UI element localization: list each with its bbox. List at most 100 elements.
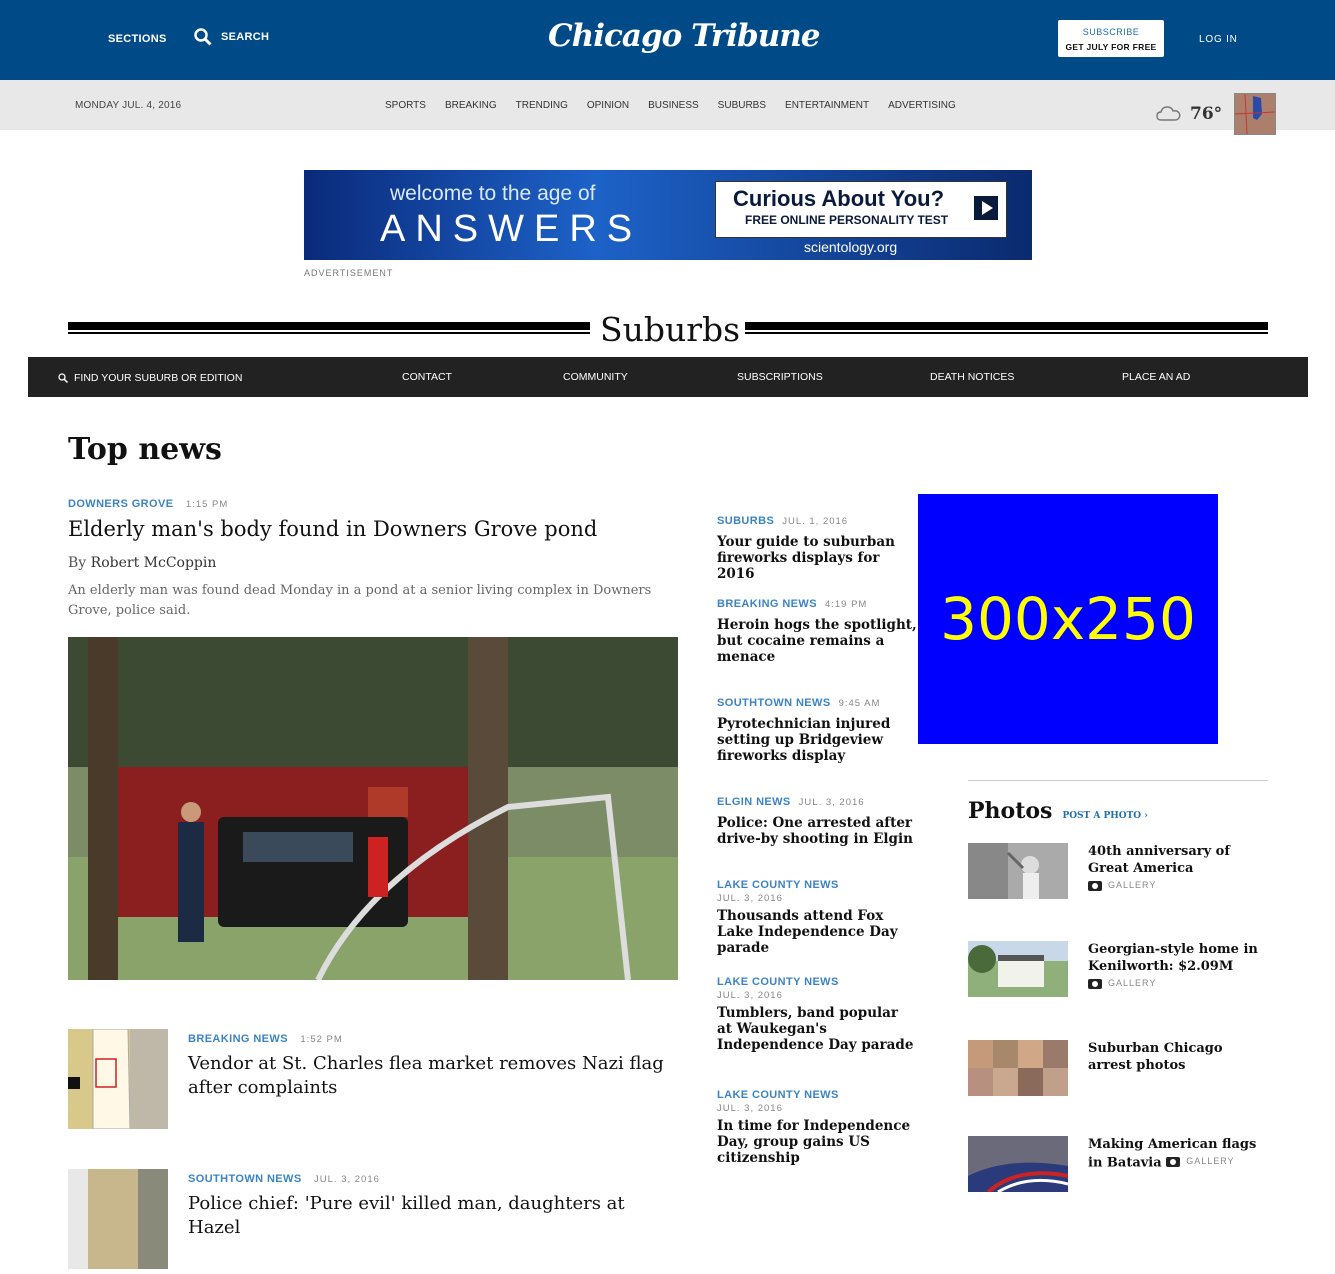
secondary-story-headline[interactable]: Tumblers, band popular at Waukegan's Ind… — [717, 1005, 917, 1053]
secondary-story-headline[interactable]: Thousands attend Fox Lake Independence D… — [717, 908, 917, 956]
secondary-story-kicker[interactable]: LAKE COUNTY NEWS — [717, 879, 839, 891]
secondary-story: LAKE COUNTY NEWS JUL. 3, 2016 In time fo… — [717, 1085, 917, 1166]
search-icon — [194, 28, 212, 46]
gallery-badge: GALLERY — [1088, 877, 1156, 894]
section-title: Suburbs — [600, 310, 741, 349]
story-text: BREAKING NEWS 1:52 PM Vendor at St. Char… — [188, 1029, 668, 1100]
site-logo[interactable]: Chicago Tribune — [548, 18, 820, 54]
secondary-story-headline[interactable]: In time for Independence Day, group gain… — [717, 1118, 917, 1166]
secondary-story-kicker[interactable]: SOUTHTOWN NEWS — [717, 697, 831, 709]
advertisement-label: ADVERTISEMENT — [304, 268, 394, 278]
secondary-story: LAKE COUNTY NEWS JUL. 3, 2016 Tumblers, … — [717, 972, 917, 1053]
byline-prefix: By — [68, 555, 87, 571]
story-thumbnail-map[interactable] — [68, 1028, 168, 1130]
subscribe-button[interactable]: SUBSCRIBE GET JULY FOR FREE — [1058, 20, 1164, 57]
section-nav-place-an-ad[interactable]: PLACE AN AD — [1122, 371, 1190, 383]
section-nav: FIND YOUR SUBURB OR EDITION CONTACT COMM… — [28, 357, 1308, 397]
secondary-story-headline[interactable]: Heroin hogs the spotlight, but cocaine r… — [717, 617, 917, 665]
temperature: 76° — [1190, 104, 1223, 124]
lead-story-photo[interactable] — [68, 637, 678, 980]
secondary-story-kicker[interactable]: BREAKING NEWS — [717, 598, 817, 610]
gallery-badge: GALLERY — [1166, 1153, 1234, 1170]
nav-link-breaking[interactable]: BREAKING — [445, 100, 497, 111]
secondary-story-date: JUL. 3, 2016 — [717, 990, 783, 1001]
section-nav-community[interactable]: COMMUNITY — [563, 371, 628, 383]
sections-menu-button[interactable]: SECTIONS — [108, 33, 167, 45]
nav-link-entertainment[interactable]: ENTERTAINMENT — [785, 100, 869, 111]
gallery-title[interactable]: 40th anniversary of Great America — [1088, 843, 1270, 877]
weather-widget[interactable]: 76° — [1156, 93, 1277, 135]
section-rule-right — [745, 322, 1268, 334]
gallery-title[interactable]: Suburban Chicago arrest photos — [1088, 1040, 1270, 1074]
login-link[interactable]: LOG IN — [1199, 34, 1238, 45]
secondary-story-time: 4:19 PM — [824, 599, 868, 610]
camera-icon — [1166, 1156, 1181, 1167]
weather-map-icon[interactable] — [1234, 93, 1277, 135]
photos-header: Photos POST A PHOTO › — [968, 798, 1148, 824]
secondary-story: LAKE COUNTY NEWS JUL. 3, 2016 Thousands … — [717, 875, 917, 956]
secondary-story: SUBURBS JUL. 1, 2016 Your guide to suburb… — [717, 511, 917, 582]
byline-author[interactable]: Robert McCoppin — [91, 555, 217, 571]
nav-link-suburbs[interactable]: SUBURBS — [718, 100, 766, 111]
nav-link-trending[interactable]: TRENDING — [516, 100, 568, 111]
main-nav-links: SPORTS BREAKING TRENDING OPINION BUSINES… — [385, 100, 956, 111]
secondary-story: BREAKING NEWS 4:19 PM Heroin hogs the spo… — [717, 594, 917, 665]
camera-icon — [1088, 978, 1102, 989]
story-kicker[interactable]: SOUTHTOWN NEWS — [188, 1173, 302, 1185]
gallery-thumbnail[interactable] — [968, 941, 1068, 997]
subscribe-offer: GET JULY FOR FREE — [1065, 42, 1157, 52]
section-nav-subscriptions[interactable]: SUBSCRIPTIONS — [737, 371, 823, 383]
secondary-story-time: 9:45 AM — [838, 698, 881, 709]
ad-offer: FREE ONLINE PERSONALITY TEST — [745, 213, 949, 227]
secondary-story-kicker[interactable]: ELGIN NEWS — [717, 796, 791, 808]
gallery-thumbnail[interactable] — [968, 1136, 1068, 1192]
gallery-title[interactable]: Georgian-style home in Kenilworth: $2.09… — [1088, 941, 1270, 975]
lead-story: DOWNERS GROVE 1:15 PM Elderly man's body… — [68, 494, 678, 980]
story-headline[interactable]: Vendor at St. Charles flea market remove… — [188, 1052, 668, 1100]
ad-cta-box[interactable]: Curious About You? FREE ONLINE PERSONALI… — [715, 181, 1007, 238]
secondary-story: SOUTHTOWN NEWS 9:45 AM Pyrotechnician inj… — [717, 693, 917, 764]
camera-icon — [1088, 880, 1102, 891]
story-time: 1:52 PM — [300, 1034, 343, 1045]
secondary-story-kicker[interactable]: LAKE COUNTY NEWS — [717, 1089, 839, 1101]
search-label: SEARCH — [221, 31, 270, 43]
secondary-story-headline[interactable]: Pyrotechnician injured setting up Bridge… — [717, 716, 917, 764]
top-news-heading: Top news — [68, 432, 222, 467]
nav-link-advertising[interactable]: ADVERTISING — [888, 100, 956, 111]
lead-story-headline[interactable]: Elderly man's body found in Downers Grov… — [68, 517, 678, 541]
nav-link-opinion[interactable]: OPINION — [587, 100, 629, 111]
find-suburb-button[interactable]: FIND YOUR SUBURB OR EDITION — [58, 372, 242, 384]
main-nav: MONDAY JUL. 4, 2016 SPORTS BREAKING TREN… — [0, 80, 1335, 135]
secondary-story-time: JUL. 3, 2016 — [798, 797, 865, 808]
story-kicker[interactable]: BREAKING NEWS — [188, 1033, 288, 1045]
lead-story-kicker[interactable]: DOWNERS GROVE — [68, 498, 173, 510]
find-suburb-label: FIND YOUR SUBURB OR EDITION — [74, 372, 243, 384]
current-date: MONDAY JUL. 4, 2016 — [75, 100, 182, 111]
secondary-story-headline[interactable]: Your guide to suburban fireworks display… — [717, 534, 917, 582]
ad-question: Curious About You? — [733, 186, 945, 211]
section-nav-death-notices[interactable]: DEATH NOTICES — [930, 371, 1014, 383]
section-nav-contact[interactable]: CONTACT — [402, 371, 452, 383]
ad-placeholder-300x250[interactable]: 300x250 — [918, 494, 1218, 744]
story-headline[interactable]: Police chief: 'Pure evil' killed man, da… — [188, 1192, 668, 1240]
nav-link-sports[interactable]: SPORTS — [385, 100, 426, 111]
ad-welcome-text: welcome to the age of — [390, 182, 596, 205]
search-button[interactable]: SEARCH — [194, 28, 269, 46]
cloud-icon — [1156, 106, 1181, 121]
secondary-story-kicker[interactable]: LAKE COUNTY NEWS — [717, 976, 839, 988]
story-text: SOUTHTOWN NEWS JUL. 3, 2016 Police chief… — [188, 1169, 668, 1240]
banner-advertisement[interactable]: welcome to the age of ANSWERS Curious Ab… — [304, 170, 1032, 260]
subscribe-label: SUBSCRIBE — [1082, 27, 1140, 37]
secondary-story-date: JUL. 3, 2016 — [717, 893, 783, 904]
lead-story-byline: By Robert McCoppin — [68, 555, 678, 571]
story-thumbnail[interactable] — [68, 1169, 168, 1269]
gallery-thumbnail[interactable] — [968, 843, 1068, 899]
secondary-story-headline[interactable]: Police: One arrested after drive-by shoo… — [717, 815, 917, 847]
gallery-thumbnail[interactable] — [968, 1040, 1068, 1096]
post-a-photo-link[interactable]: POST A PHOTO › — [1062, 811, 1147, 821]
secondary-story-time: JUL. 1, 2016 — [782, 516, 849, 527]
nav-link-business[interactable]: BUSINESS — [648, 100, 699, 111]
secondary-story-kicker[interactable]: SUBURBS — [717, 515, 774, 527]
photos-divider — [968, 780, 1268, 781]
section-rule-left — [68, 322, 590, 334]
